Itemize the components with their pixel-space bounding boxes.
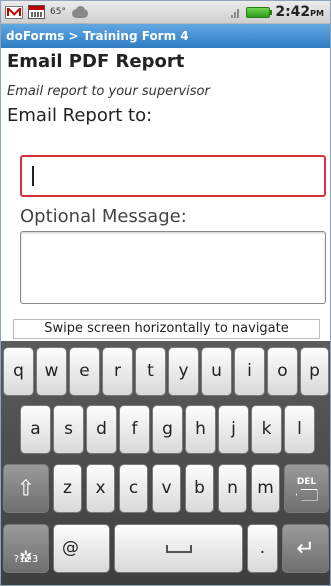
key-p[interactable]: p <box>300 347 329 396</box>
battery-icon <box>246 6 273 18</box>
swipe-hint: Swipe screen horizontally to navigate <box>13 319 320 339</box>
symbols-key[interactable]: ✲ ?123 <box>3 524 49 573</box>
key-c[interactable]: c <box>119 464 148 513</box>
key-j[interactable]: j <box>218 405 249 454</box>
weather-icon <box>71 5 89 19</box>
phone-screen: 65° 2:42PM doForms > Training Form 4 Ema… <box>0 0 331 586</box>
temperature: 65° <box>50 7 66 17</box>
breadcrumb: doForms > Training Form 4 <box>6 29 189 43</box>
key-g[interactable]: g <box>152 405 183 454</box>
clock: 2:42PM <box>275 4 324 20</box>
space-icon <box>165 544 192 553</box>
keyboard-row-2: a s d f g h j k l <box>1 405 330 454</box>
delete-label: DEL <box>296 476 317 487</box>
key-b[interactable]: b <box>185 464 214 513</box>
message-label: Optional Message: <box>20 206 187 227</box>
key-u[interactable]: u <box>201 347 232 396</box>
soft-keyboard: q w e r t y u i o p a s d f g h j k l ⇧ … <box>1 341 330 585</box>
keyboard-row-1: q w e r t y u i o p <box>1 347 330 396</box>
field-hint: Email report to your supervisor <box>7 84 210 99</box>
key-i[interactable]: i <box>234 347 265 396</box>
key-r[interactable]: r <box>102 347 133 396</box>
key-q[interactable]: q <box>3 347 34 396</box>
key-o[interactable]: o <box>267 347 298 396</box>
keyboard-row-4: ✲ ?123 @ . ↵ <box>1 524 330 573</box>
key-period[interactable]: . <box>247 524 278 573</box>
email-field[interactable] <box>20 155 326 197</box>
key-h[interactable]: h <box>185 405 216 454</box>
message-field[interactable] <box>20 231 326 304</box>
key-a[interactable]: a <box>20 405 51 454</box>
status-bar: 65° 2:42PM <box>1 1 330 24</box>
key-k[interactable]: k <box>251 405 282 454</box>
key-s[interactable]: s <box>53 405 84 454</box>
enter-icon: ↵ <box>296 536 315 561</box>
notification-icons: 65° <box>5 4 89 20</box>
space-key[interactable] <box>114 524 243 573</box>
key-w[interactable]: w <box>36 347 67 396</box>
key-n[interactable]: n <box>218 464 247 513</box>
keyboard-row-3: ⇧ z x c v b n m DEL <box>1 464 330 513</box>
key-m[interactable]: m <box>251 464 280 513</box>
key-l[interactable]: l <box>284 405 315 454</box>
key-y[interactable]: y <box>168 347 199 396</box>
key-at[interactable]: @ <box>53 524 110 573</box>
clock-time: 2:42 <box>275 4 311 20</box>
clock-suffix: PM <box>310 9 324 18</box>
key-f[interactable]: f <box>119 405 150 454</box>
symbols-label: ?123 <box>13 554 39 565</box>
page-title: Email PDF Report <box>7 51 185 72</box>
app-title-bar: doForms > Training Form 4 <box>1 24 330 48</box>
key-x[interactable]: x <box>86 464 115 513</box>
text-cursor <box>32 166 34 186</box>
key-t[interactable]: t <box>135 347 166 396</box>
shift-icon: ⇧ <box>16 476 36 501</box>
key-d[interactable]: d <box>86 405 117 454</box>
shift-key[interactable]: ⇧ <box>3 464 49 513</box>
key-e[interactable]: e <box>69 347 100 396</box>
key-v[interactable]: v <box>152 464 181 513</box>
key-z[interactable]: z <box>53 464 82 513</box>
delete-key[interactable]: DEL <box>284 464 329 513</box>
signal-icon <box>231 6 241 18</box>
gmail-icon <box>5 5 23 19</box>
system-icons: 2:42PM <box>231 3 324 21</box>
backspace-icon: DEL <box>295 476 318 501</box>
email-label: Email Report to: <box>7 105 153 126</box>
calendar-icon <box>28 5 45 19</box>
enter-key[interactable]: ↵ <box>282 524 329 573</box>
